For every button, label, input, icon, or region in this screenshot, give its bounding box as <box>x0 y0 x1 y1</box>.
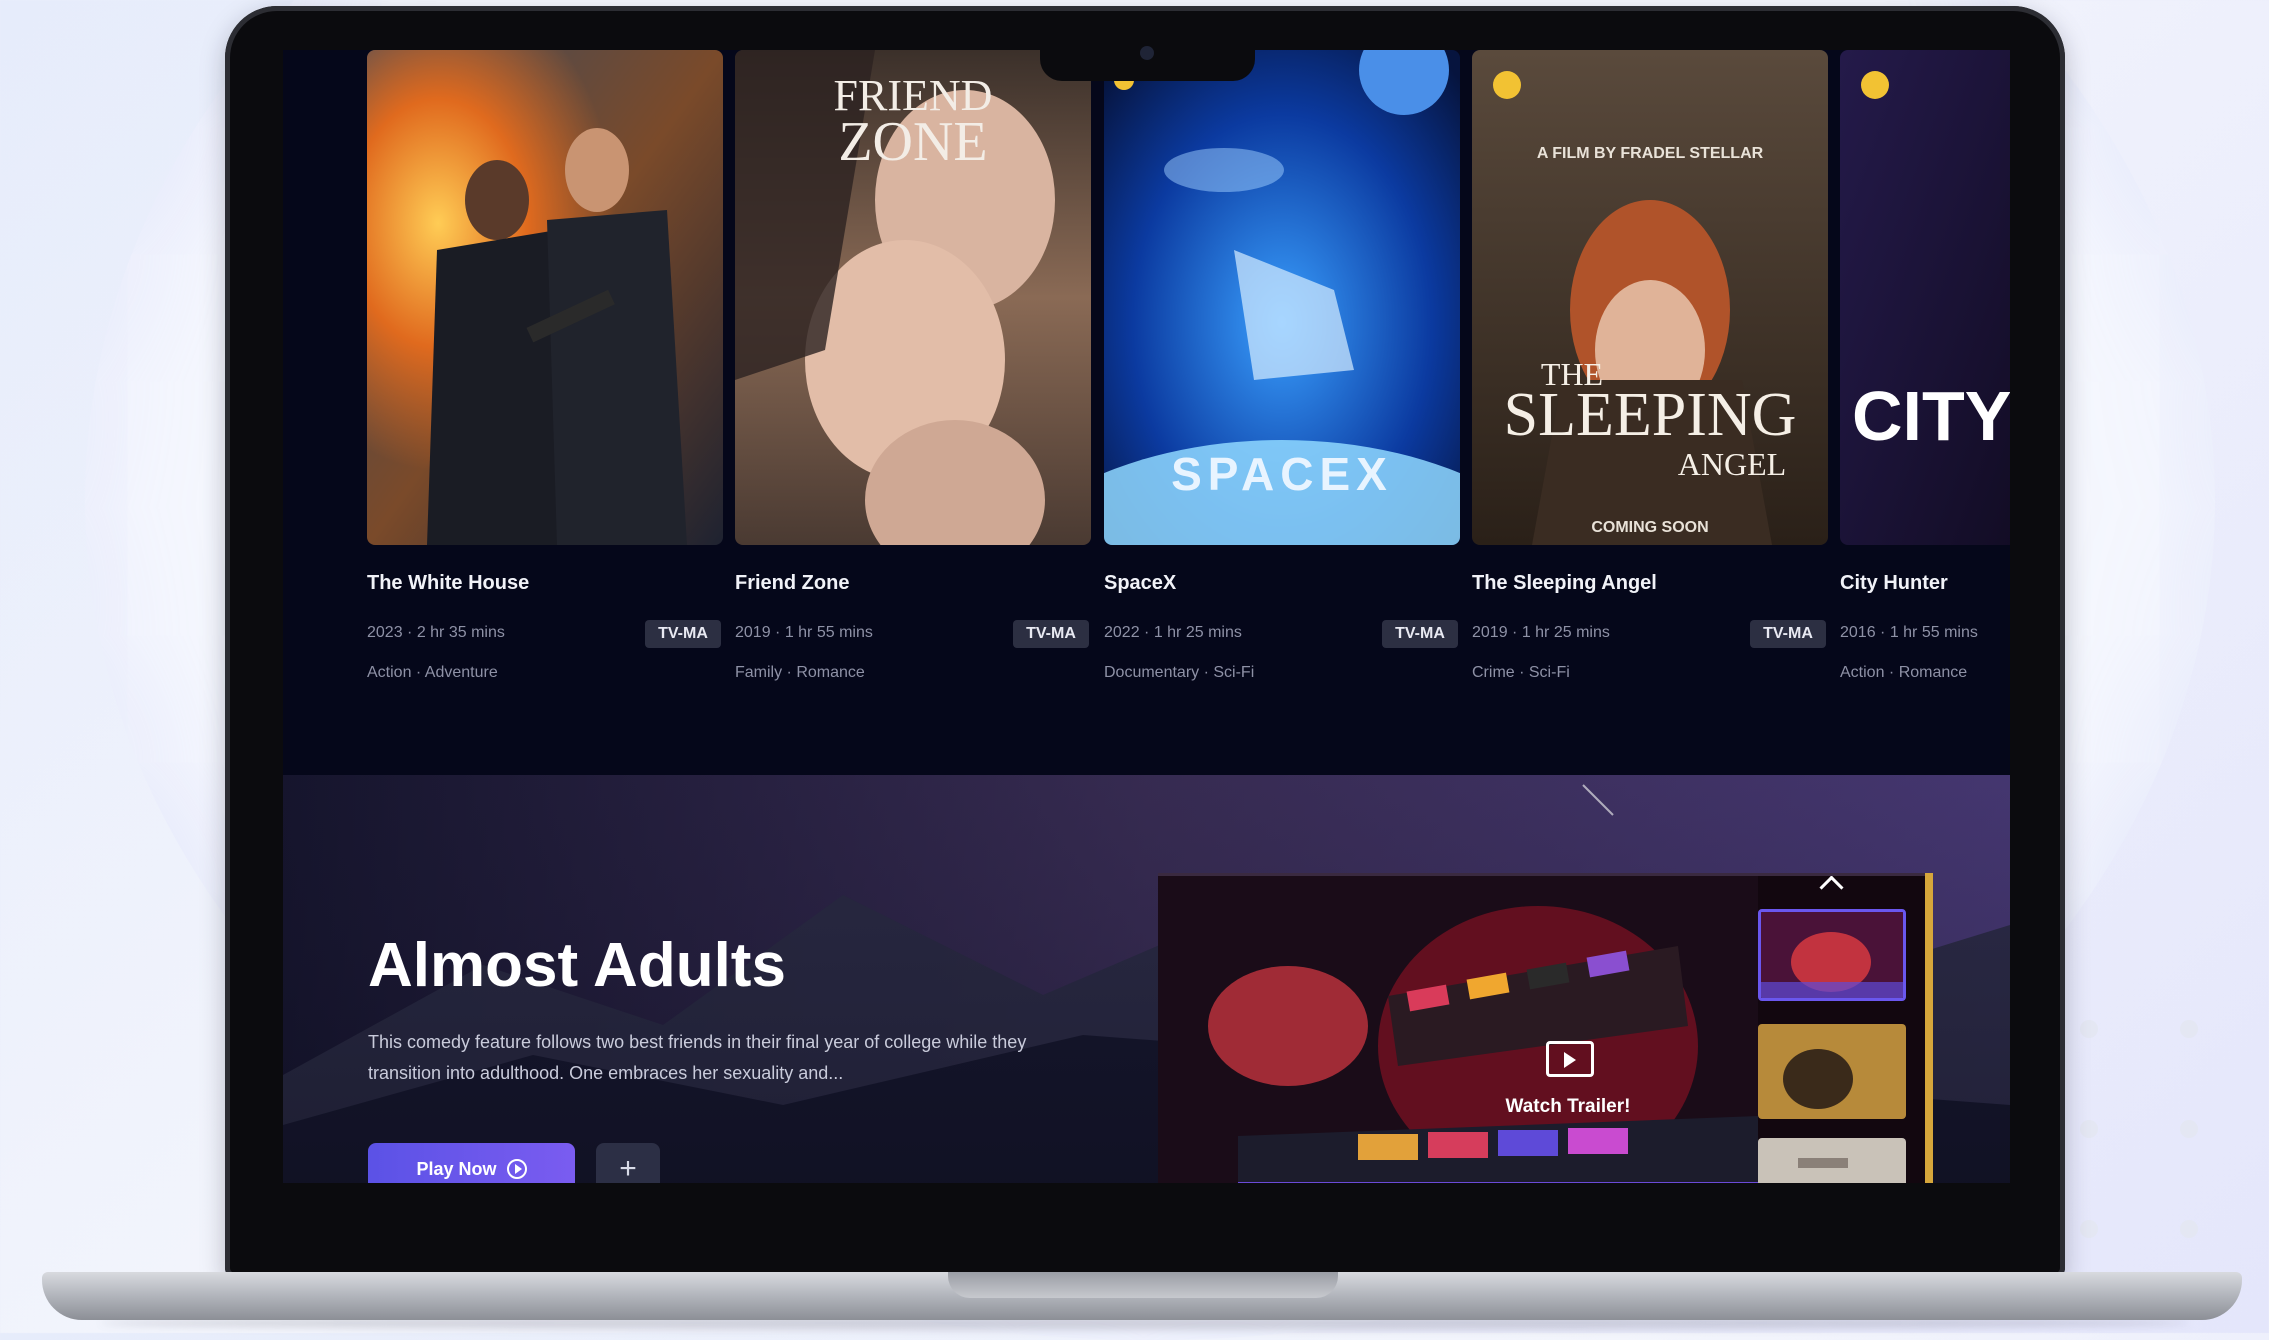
movie-card-the-white-house[interactable]: The White House 2023 · 2 hr 35 mins TV-M… <box>367 50 723 681</box>
movie-meta: 2022 · 1 hr 25 mins <box>1104 624 1242 641</box>
movie-card-spacex[interactable]: SPACEX SpaceX 2022 · 1 hr 25 mins TV-MA … <box>1104 50 1460 681</box>
poster-title-text: SPACEX <box>1171 448 1393 500</box>
poster-friend-zone[interactable]: FRIEND ZONE <box>735 50 1091 545</box>
trailer-thumbnail-list <box>1758 876 1933 1183</box>
movie-meta: 2019 · 1 hr 25 mins <box>1472 624 1610 641</box>
poster-title-text: CITY H <box>1852 377 2010 455</box>
featured-banner: Almost Adults This comedy feature follow… <box>283 775 2010 1183</box>
hero-title: Almost Adults <box>368 931 786 1000</box>
movie-title[interactable]: The White House <box>367 572 529 595</box>
movie-meta: 2019 · 1 hr 55 mins <box>735 624 873 641</box>
movie-genres: Documentary · Sci-Fi <box>1104 664 1255 681</box>
movie-title[interactable]: The Sleeping Angel <box>1472 572 1657 595</box>
movie-title[interactable]: SpaceX <box>1104 572 1176 595</box>
chevron-up-icon[interactable] <box>1819 876 1844 900</box>
poster-coming-soon: COMING SOON <box>1591 519 1708 536</box>
decorative-dots <box>2080 1020 2220 1240</box>
trailer-thumbnail <box>1158 876 1758 1183</box>
movie-genres: Action · Romance <box>1840 664 1968 681</box>
movie-meta: 2023 · 2 hr 35 mins <box>367 624 505 641</box>
movie-meta: 2016 · 1 hr 55 mins <box>1840 624 1978 641</box>
trailer-player[interactable]: Watch Trailer! <box>1158 873 1933 1183</box>
thumbnail-item-active[interactable] <box>1758 909 1906 1001</box>
poster-spacex[interactable]: SPACEX <box>1104 50 1460 545</box>
movie-genres: Action · Adventure <box>367 664 498 681</box>
rating-badge: TV-MA <box>1750 620 1826 648</box>
play-now-label: Play Now <box>416 1159 497 1179</box>
svg-text:ZONE: ZONE <box>838 111 987 173</box>
camera-notch <box>1040 36 1255 81</box>
poster-title-text: SLEEPING <box>1504 381 1797 449</box>
poster-title-angel: ANGEL <box>1678 446 1786 482</box>
plus-icon: + <box>619 1152 637 1183</box>
rating-badge: TV-MA <box>645 620 721 648</box>
movie-card-city-hunter[interactable]: CITY H City Hunter 2016 · 1 hr 55 mins A… <box>1840 50 2010 681</box>
rating-badge: TV-MA <box>1382 620 1458 648</box>
app-screen: The White House 2023 · 2 hr 35 mins TV-M… <box>283 50 2010 1183</box>
watch-trailer-label[interactable]: Watch Trailer! <box>1468 1096 1668 1118</box>
movie-title[interactable]: City Hunter <box>1840 572 1948 595</box>
rating-badge: TV-MA <box>1013 620 1089 648</box>
scroll-indicator <box>1925 873 1933 1183</box>
play-circle-icon <box>506 1159 527 1179</box>
thumbnail-item[interactable] <box>1758 1138 1906 1183</box>
movie-card-the-sleeping-angel[interactable]: A FILM BY FRADEL STELLAR THE SLEEPING AN… <box>1472 50 1828 681</box>
movie-genres: Crime · Sci-Fi <box>1472 664 1570 681</box>
movie-title[interactable]: Friend Zone <box>735 572 849 595</box>
laptop-base-notch <box>948 1272 1338 1298</box>
poster-the-white-house[interactable] <box>367 50 723 545</box>
video-play-icon[interactable] <box>1546 1041 1594 1077</box>
movie-genres: Family · Romance <box>735 664 865 681</box>
movie-row: The White House 2023 · 2 hr 35 mins TV-M… <box>367 50 2010 770</box>
camera-icon <box>1140 46 1154 60</box>
poster-the-sleeping-angel[interactable]: A FILM BY FRADEL STELLAR THE SLEEPING AN… <box>1472 50 1828 545</box>
movie-card-friend-zone[interactable]: FRIEND ZONE Friend Zone 2019 · 1 hr 55 m… <box>735 50 1091 681</box>
add-to-list-button[interactable]: + <box>596 1143 660 1183</box>
hero-description: This comedy feature follows two best fri… <box>368 1032 1027 1083</box>
thumbnail-item[interactable] <box>1758 1024 1906 1119</box>
poster-city-hunter[interactable]: CITY H <box>1840 50 2010 545</box>
play-now-button[interactable]: Play Now <box>368 1143 575 1183</box>
poster-credit-text: A FILM BY FRADEL STELLAR <box>1537 145 1764 162</box>
